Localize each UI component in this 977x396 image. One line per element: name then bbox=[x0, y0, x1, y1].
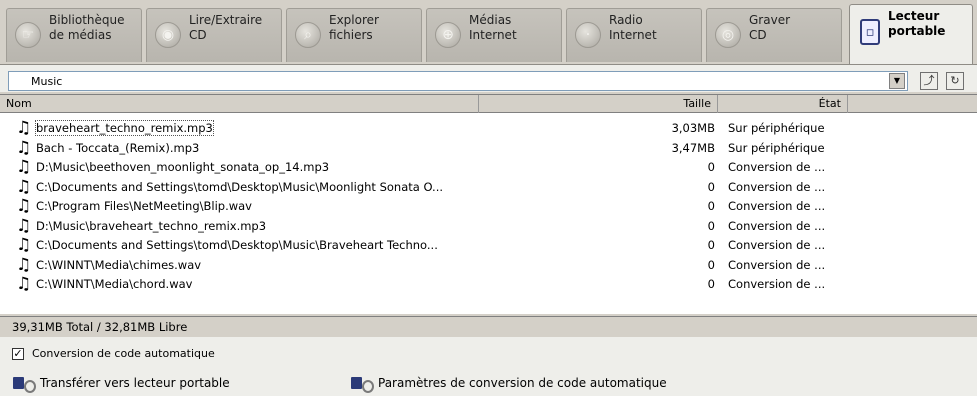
file-size: 0 bbox=[707, 199, 715, 213]
hand-icon: ☞ bbox=[15, 22, 41, 48]
auto-convert-label: Conversion de code automatique bbox=[32, 347, 215, 360]
file-state: Sur périphérique bbox=[728, 121, 825, 135]
refresh-button[interactable]: ↻ bbox=[946, 72, 964, 90]
transfer-label: Transférer vers lecteur portable bbox=[40, 376, 230, 390]
list-item[interactable]: ♫ C:\WINNT\Media\chord.wav 0 Conversion … bbox=[0, 275, 977, 295]
column-header-size[interactable]: Taille bbox=[480, 95, 718, 113]
list-item[interactable]: ♫ C:\Documents and Settings\tomd\Desktop… bbox=[0, 178, 977, 198]
folder-select[interactable]: Music ▼ bbox=[8, 71, 908, 91]
file-state: Conversion de ... bbox=[728, 238, 826, 252]
music-note-icon: ♫ bbox=[16, 176, 32, 197]
file-size: 0 bbox=[707, 160, 715, 174]
tab-internet-media[interactable]: ⊕ Médias Internet bbox=[426, 8, 562, 62]
music-note-icon: ♫ bbox=[16, 157, 32, 177]
list-item[interactable]: ♫ braveheart_techno_remix.mp3 3,03MB Sur… bbox=[0, 119, 977, 139]
tab-media-library[interactable]: ☞ Bibliothèque de médias bbox=[6, 8, 142, 62]
column-header-state[interactable]: État bbox=[718, 95, 848, 113]
tab-burn-cd[interactable]: ◎ Graver CD bbox=[706, 8, 842, 62]
file-state: Conversion de ... bbox=[728, 179, 826, 194]
column-header-name[interactable]: Nom bbox=[0, 95, 479, 113]
list-item[interactable]: ♫ C:\WINNT\Media\chimes.wav 0 Conversion… bbox=[0, 256, 977, 276]
portable-player-icon: ▫ bbox=[860, 19, 880, 45]
status-bar: 39,31MB Total / 32,81MB Libre bbox=[0, 316, 977, 336]
file-size: 0 bbox=[707, 218, 715, 233]
settings-device-icon bbox=[350, 375, 374, 393]
music-note-icon: ♫ bbox=[16, 137, 32, 158]
globe-icon: ⊕ bbox=[435, 22, 461, 48]
file-size: 3,03MB bbox=[671, 121, 715, 135]
file-state: Sur périphérique bbox=[728, 140, 825, 155]
music-note-icon: ♫ bbox=[16, 215, 32, 236]
file-state: Conversion de ... bbox=[728, 218, 826, 233]
music-note-icon: ♫ bbox=[16, 118, 32, 138]
storage-status: 39,31MB Total / 32,81MB Libre bbox=[12, 320, 188, 334]
music-note-icon: ♫ bbox=[16, 274, 32, 294]
file-name: C:\Documents and Settings\tomd\Desktop\M… bbox=[36, 238, 438, 252]
file-size: 0 bbox=[707, 257, 715, 272]
list-rows: ♫ braveheart_techno_remix.mp3 3,03MB Sur… bbox=[0, 119, 977, 295]
tab-portable-device[interactable]: ▫ Lecteur portable bbox=[849, 4, 973, 64]
list-item[interactable]: ♫ C:\Program Files\NetMeeting\Blip.wav 0… bbox=[0, 197, 977, 217]
tab-play-rip-cd[interactable]: ◉ Lire/Extraire CD bbox=[146, 8, 282, 62]
search-icon: ⌕ bbox=[295, 22, 321, 48]
file-size: 0 bbox=[707, 238, 715, 252]
list-item[interactable]: ♫ D:\Music\braveheart_techno_remix.mp3 0… bbox=[0, 217, 977, 237]
music-note-icon: ♫ bbox=[16, 235, 32, 255]
file-name: D:\Music\beethoven_moonlight_sonata_op_1… bbox=[36, 160, 330, 174]
file-size: 0 bbox=[707, 277, 715, 291]
burn-cd-icon: ◎ bbox=[715, 22, 741, 48]
list-header: Nom Taille État bbox=[0, 95, 977, 113]
file-name: braveheart_techno_remix.mp3 bbox=[35, 120, 214, 136]
auto-convert-checkbox[interactable]: ✓ bbox=[12, 347, 24, 360]
music-note-icon: ♫ bbox=[16, 196, 32, 216]
file-size: 0 bbox=[707, 179, 715, 194]
auto-convert-option[interactable]: ✓ Conversion de code automatique bbox=[12, 347, 215, 360]
cd-icon: ◉ bbox=[155, 22, 181, 48]
folder-toolbar: Music ▼ ⤴ ↻ bbox=[0, 64, 977, 92]
file-state: Conversion de ... bbox=[728, 277, 826, 291]
folder-select-value: Music bbox=[31, 75, 63, 88]
transfer-device-icon bbox=[12, 375, 36, 393]
file-name: C:\WINNT\Media\chimes.wav bbox=[36, 257, 202, 272]
bottom-controls: ✓ Conversion de code automatique Transfé… bbox=[0, 337, 977, 396]
list-item[interactable]: ♫ C:\Documents and Settings\tomd\Desktop… bbox=[0, 236, 977, 256]
file-name: C:\WINNT\Media\chord.wav bbox=[36, 277, 193, 291]
list-item[interactable]: ♫ D:\Music\beethoven_moonlight_sonata_op… bbox=[0, 158, 977, 178]
conversion-settings-label: Paramètres de conversion de code automat… bbox=[378, 376, 667, 390]
music-note-icon: ♫ bbox=[16, 254, 32, 275]
chevron-down-icon[interactable]: ▼ bbox=[889, 73, 905, 89]
file-name: C:\Program Files\NetMeeting\Blip.wav bbox=[36, 199, 252, 213]
file-state: Conversion de ... bbox=[728, 257, 826, 272]
feature-tabs: ☞ Bibliothèque de médias ◉ Lire/Extraire C… bbox=[0, 0, 977, 64]
file-size: 3,47MB bbox=[671, 140, 715, 155]
file-name: C:\Documents and Settings\tomd\Desktop\M… bbox=[36, 179, 444, 194]
conversion-settings-button[interactable]: Paramètres de conversion de code automat… bbox=[350, 375, 667, 393]
list-item[interactable]: ♫ Bach - Toccata_(Remix).mp3 3,47MB Sur … bbox=[0, 139, 977, 159]
file-name: Bach - Toccata_(Remix).mp3 bbox=[36, 140, 200, 155]
device-file-list[interactable]: Nom Taille État ♫ braveheart_techno_remi… bbox=[0, 94, 977, 314]
up-folder-button[interactable]: ⤴ bbox=[920, 72, 938, 90]
tab-internet-radio[interactable]: · Radio Internet bbox=[566, 8, 702, 62]
file-state: Conversion de ... bbox=[728, 199, 826, 213]
transfer-to-portable-button[interactable]: Transférer vers lecteur portable bbox=[12, 375, 230, 393]
tab-explore-files[interactable]: ⌕ Explorer fichiers bbox=[286, 8, 422, 62]
file-name: D:\Music\braveheart_techno_remix.mp3 bbox=[36, 218, 267, 233]
radio-icon: · bbox=[575, 22, 601, 48]
file-state: Conversion de ... bbox=[728, 160, 826, 174]
